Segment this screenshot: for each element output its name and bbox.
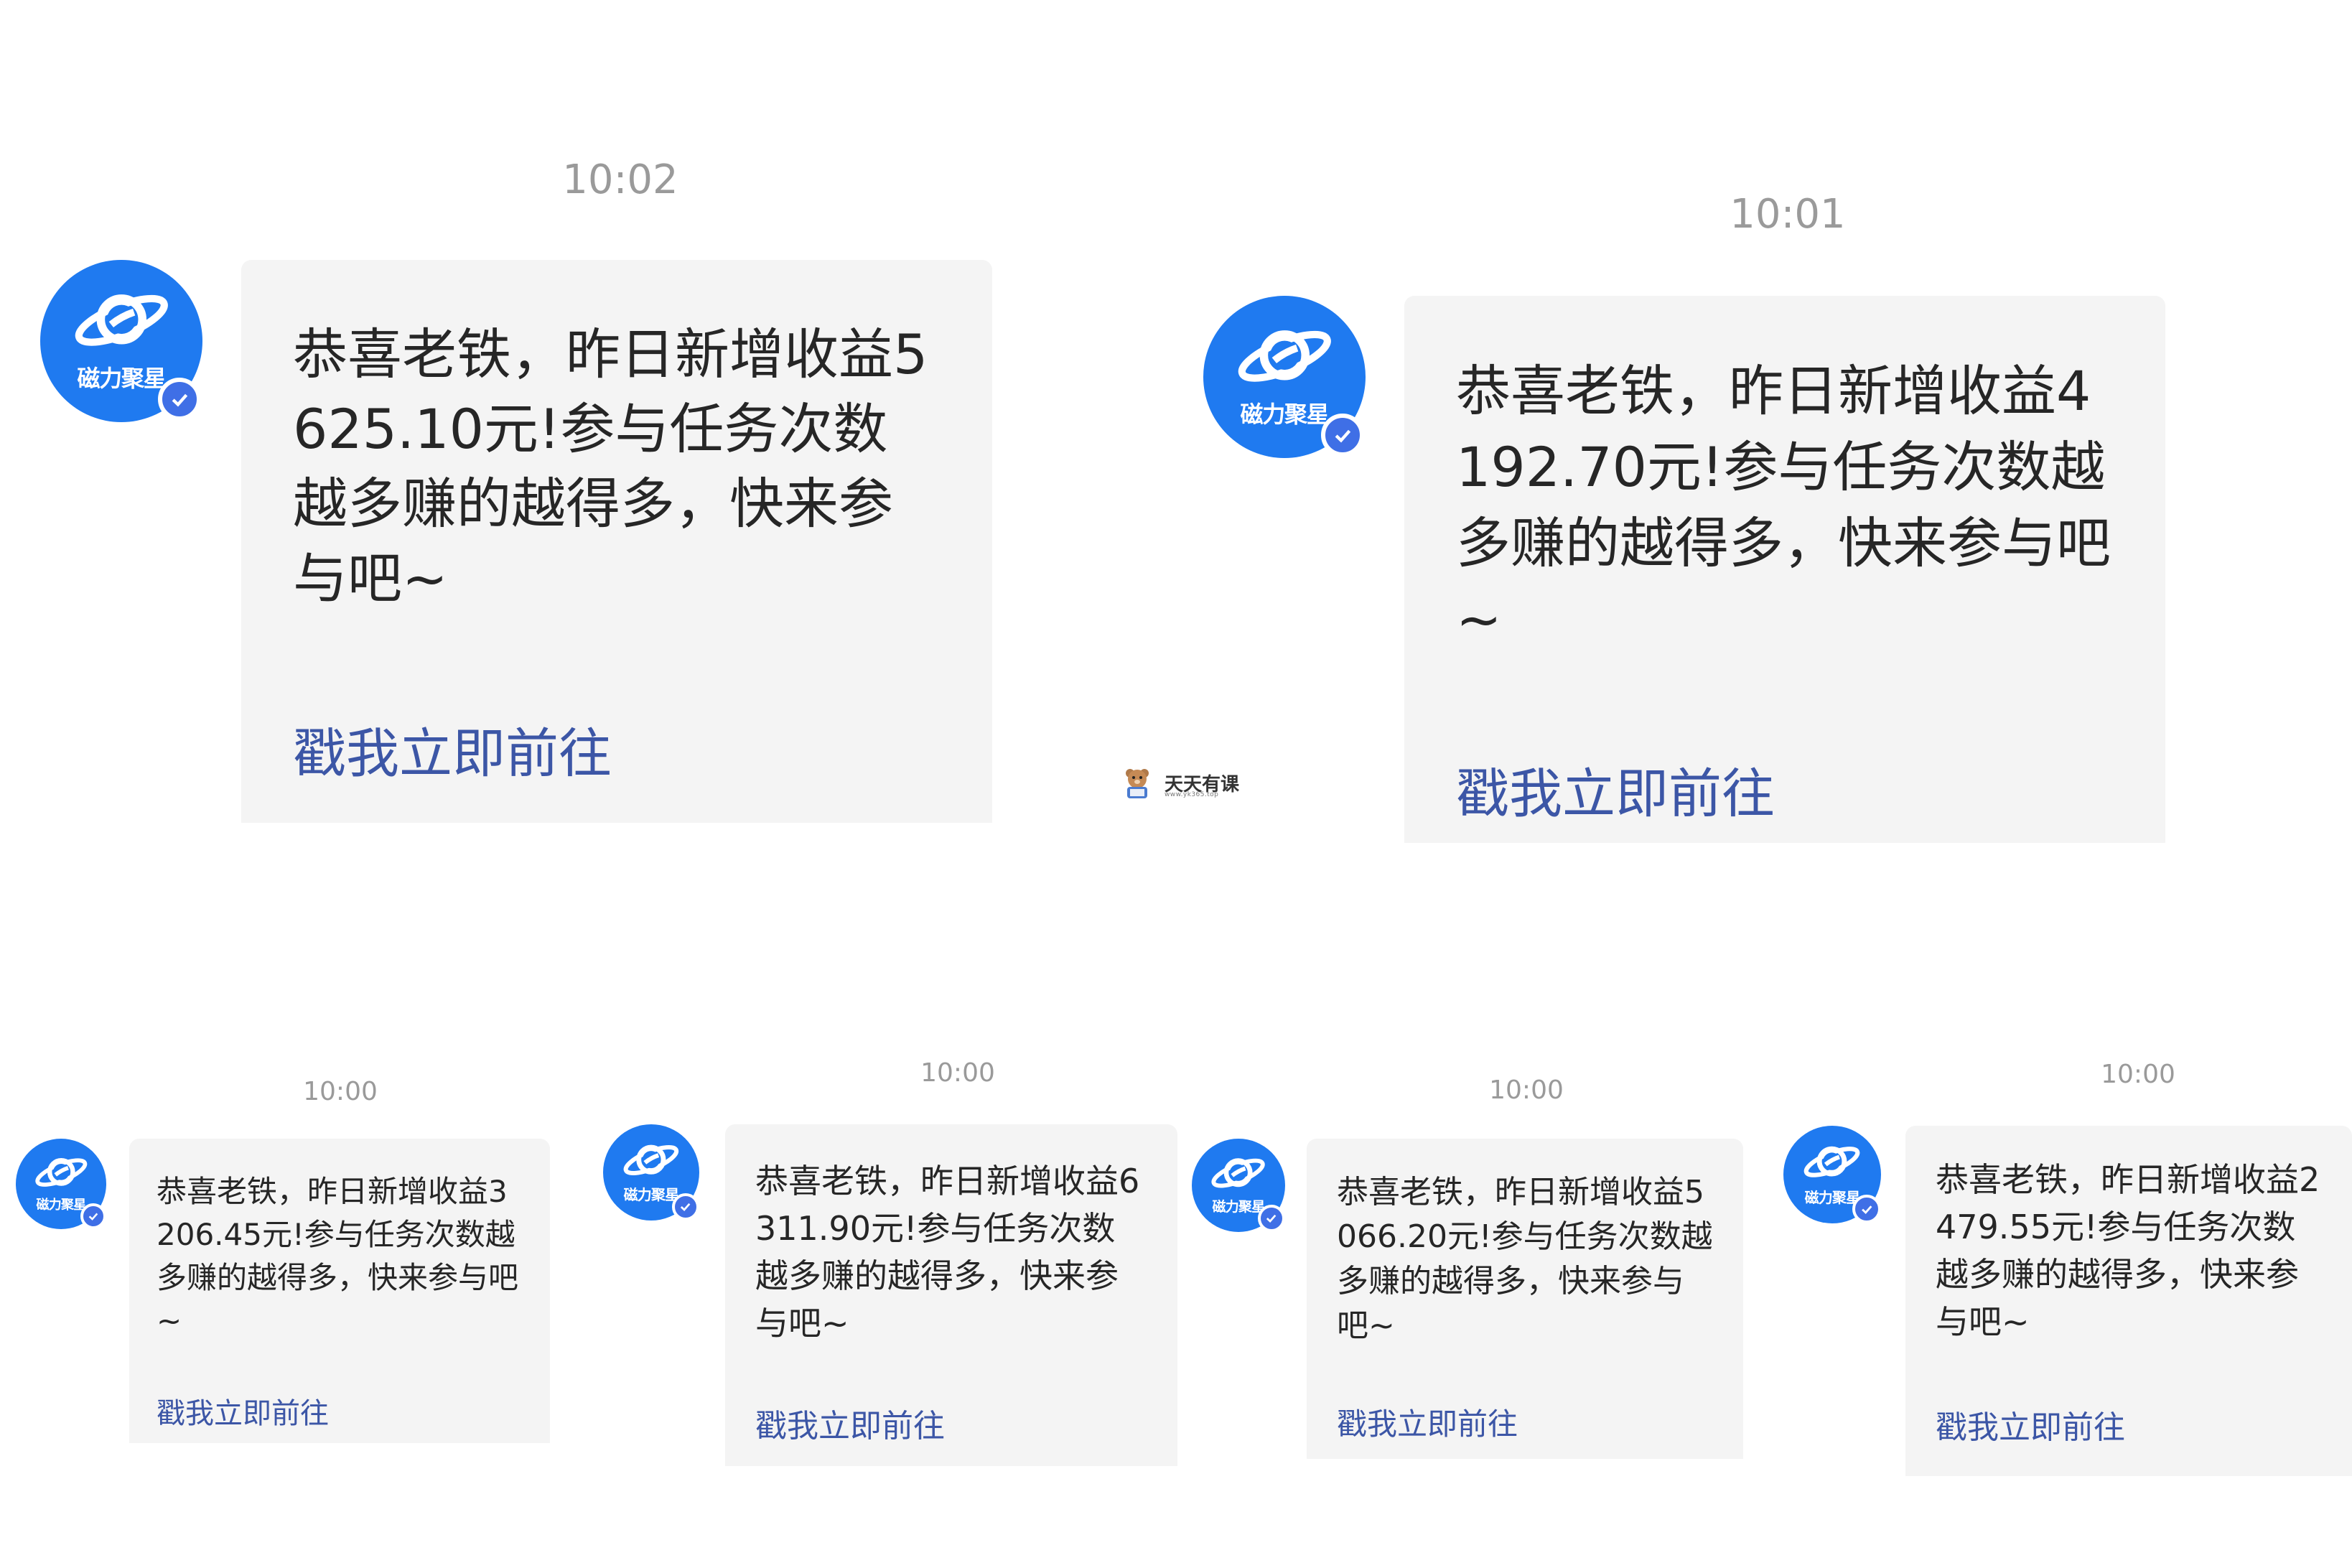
message-timestamp: 10:00 — [920, 1058, 995, 1088]
planet-logo-icon — [75, 294, 168, 346]
sender-avatar[interactable]: 磁力聚星 — [40, 260, 202, 422]
message-text: 恭喜老铁，昨日新增收益4192.70元!参与任务次数越多赚的越得多，快来参与吧~ — [1456, 359, 2111, 651]
go-now-link[interactable]: 戳我立即前往 — [1936, 1401, 2125, 1447]
message-bubble[interactable]: 恭喜老铁，昨日新增收益6311.90元!参与任务次数越多赚的越得多，快来参与吧~… — [725, 1124, 1177, 1466]
go-now-link[interactable]: 戳我立即前往 — [1456, 751, 1775, 828]
message-bubble[interactable]: 恭喜老铁，昨日新增收益3206.45元!参与任务次数越多赚的越得多，快来参与吧~… — [129, 1139, 550, 1443]
message-timestamp: 10:02 — [562, 157, 678, 203]
planet-logo-icon — [623, 1144, 679, 1175]
message-timestamp: 10:00 — [303, 1077, 378, 1106]
message-text: 恭喜老铁，昨日新增收益6311.90元!参与任务次数越多赚的越得多，快来参与吧~ — [755, 1162, 1140, 1343]
verified-badge-icon — [1258, 1205, 1285, 1232]
message-bubble[interactable]: 恭喜老铁，昨日新增收益5066.20元!参与任务次数越多赚的越得多，快来参与吧~… — [1307, 1139, 1743, 1459]
watermark: 天天有课 www.yk365.top — [1123, 765, 1245, 801]
message-text: 恭喜老铁，昨日新增收益3206.45元!参与任务次数越多赚的越得多，快来参与吧~ — [157, 1174, 519, 1338]
message-text: 恭喜老铁，昨日新增收益5066.20元!参与任务次数越多赚的越得多，快来参与吧~ — [1337, 1174, 1713, 1344]
verified-badge-icon — [1321, 414, 1364, 457]
planet-logo-icon — [34, 1157, 87, 1187]
go-now-link[interactable]: 戳我立即前往 — [293, 711, 612, 788]
message-text: 恭喜老铁，昨日新增收益2479.55元!参与任务次数越多赚的越得多，快来参与吧~ — [1936, 1160, 2320, 1341]
go-now-link[interactable]: 戳我立即前往 — [755, 1400, 945, 1446]
message-timestamp: 10:01 — [1730, 191, 1846, 238]
planet-logo-icon — [1211, 1158, 1266, 1188]
planet-logo-icon — [1804, 1146, 1860, 1177]
verified-badge-icon — [80, 1203, 106, 1229]
verified-badge-icon — [1852, 1195, 1881, 1223]
message-bubble[interactable]: 恭喜老铁，昨日新增收益4192.70元!参与任务次数越多赚的越得多，快来参与吧~… — [1404, 296, 2165, 843]
go-now-link[interactable]: 戳我立即前往 — [157, 1390, 329, 1432]
bear-mascot-icon — [1126, 769, 1149, 798]
sender-avatar[interactable]: 磁力聚星 — [1783, 1126, 1881, 1223]
sender-avatar[interactable]: 磁力聚星 — [603, 1124, 699, 1221]
message-bubble[interactable]: 恭喜老铁，昨日新增收益2479.55元!参与任务次数越多赚的越得多，快来参与吧~… — [1905, 1126, 2352, 1476]
verified-badge-icon — [158, 378, 201, 421]
message-text: 恭喜老铁，昨日新增收益5625.10元!参与任务次数越多赚的越得多，快来参与吧~ — [293, 322, 928, 610]
sender-avatar[interactable]: 磁力聚星 — [16, 1139, 106, 1229]
message-timestamp: 10:00 — [2101, 1060, 2175, 1089]
sender-avatar[interactable]: 磁力聚星 — [1203, 296, 1366, 458]
verified-badge-icon — [672, 1193, 699, 1221]
sender-avatar[interactable]: 磁力聚星 — [1192, 1139, 1285, 1232]
message-bubble[interactable]: 恭喜老铁，昨日新增收益5625.10元!参与任务次数越多赚的越得多，快来参与吧~… — [241, 260, 992, 823]
message-timestamp: 10:00 — [1489, 1075, 1564, 1105]
planet-logo-icon — [1238, 330, 1331, 382]
watermark-url: www.yk365.top — [1165, 791, 1219, 798]
go-now-link[interactable]: 戳我立即前往 — [1337, 1400, 1518, 1444]
